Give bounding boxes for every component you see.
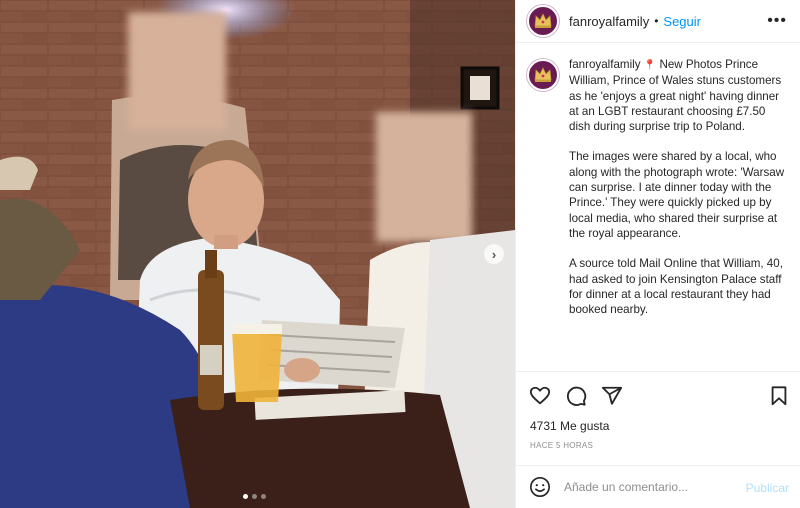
share-send-icon[interactable] — [601, 385, 623, 407]
caption-text: fanroyalfamily 📍 New Photos Prince Willi… — [569, 57, 789, 332]
follow-button[interactable]: Seguir — [663, 14, 701, 29]
post-username[interactable]: fanroyalfamily — [569, 14, 649, 29]
pin-icon: 📍 — [643, 60, 657, 71]
like-heart-icon[interactable] — [529, 385, 551, 407]
bookmark-icon[interactable] — [768, 385, 790, 407]
carousel-dots — [243, 494, 266, 499]
post-header: fanroyalfamily • Seguir ••• — [516, 0, 800, 43]
comment-input[interactable] — [564, 480, 734, 494]
crown-icon — [534, 67, 552, 82]
restaurant-photo-image — [0, 0, 515, 508]
caption-avatar[interactable] — [527, 59, 559, 91]
caption-paragraph: A source told Mail Online that William, … — [569, 257, 783, 317]
next-photo-button[interactable]: › — [484, 244, 504, 264]
publish-button[interactable]: Publicar — [746, 481, 789, 495]
avatar[interactable] — [527, 5, 559, 37]
separator-dot: • — [654, 14, 659, 28]
likes-count[interactable]: 4731 Me gusta — [530, 419, 609, 433]
post-photo[interactable]: › — [0, 0, 515, 508]
divider — [516, 371, 800, 372]
carousel-dot — [261, 494, 266, 499]
emoji-icon[interactable] — [529, 476, 551, 498]
post-side-panel: fanroyalfamily • Seguir ••• fanroyalfami… — [515, 0, 800, 508]
caption-paragraph: The images were shared by a local, who a… — [569, 150, 785, 240]
comment-icon[interactable] — [565, 385, 587, 407]
crown-icon — [534, 13, 552, 28]
caption-username[interactable]: fanroyalfamily — [569, 58, 641, 71]
caption-block: fanroyalfamily 📍 New Photos Prince Willi… — [527, 57, 792, 332]
comment-bar: Publicar — [516, 465, 800, 508]
more-options-icon[interactable]: ••• — [767, 12, 787, 30]
carousel-dot — [252, 494, 257, 499]
post-timestamp: HACE 5 HORAS — [530, 441, 594, 450]
carousel-dot — [243, 494, 248, 499]
action-bar — [529, 385, 623, 407]
